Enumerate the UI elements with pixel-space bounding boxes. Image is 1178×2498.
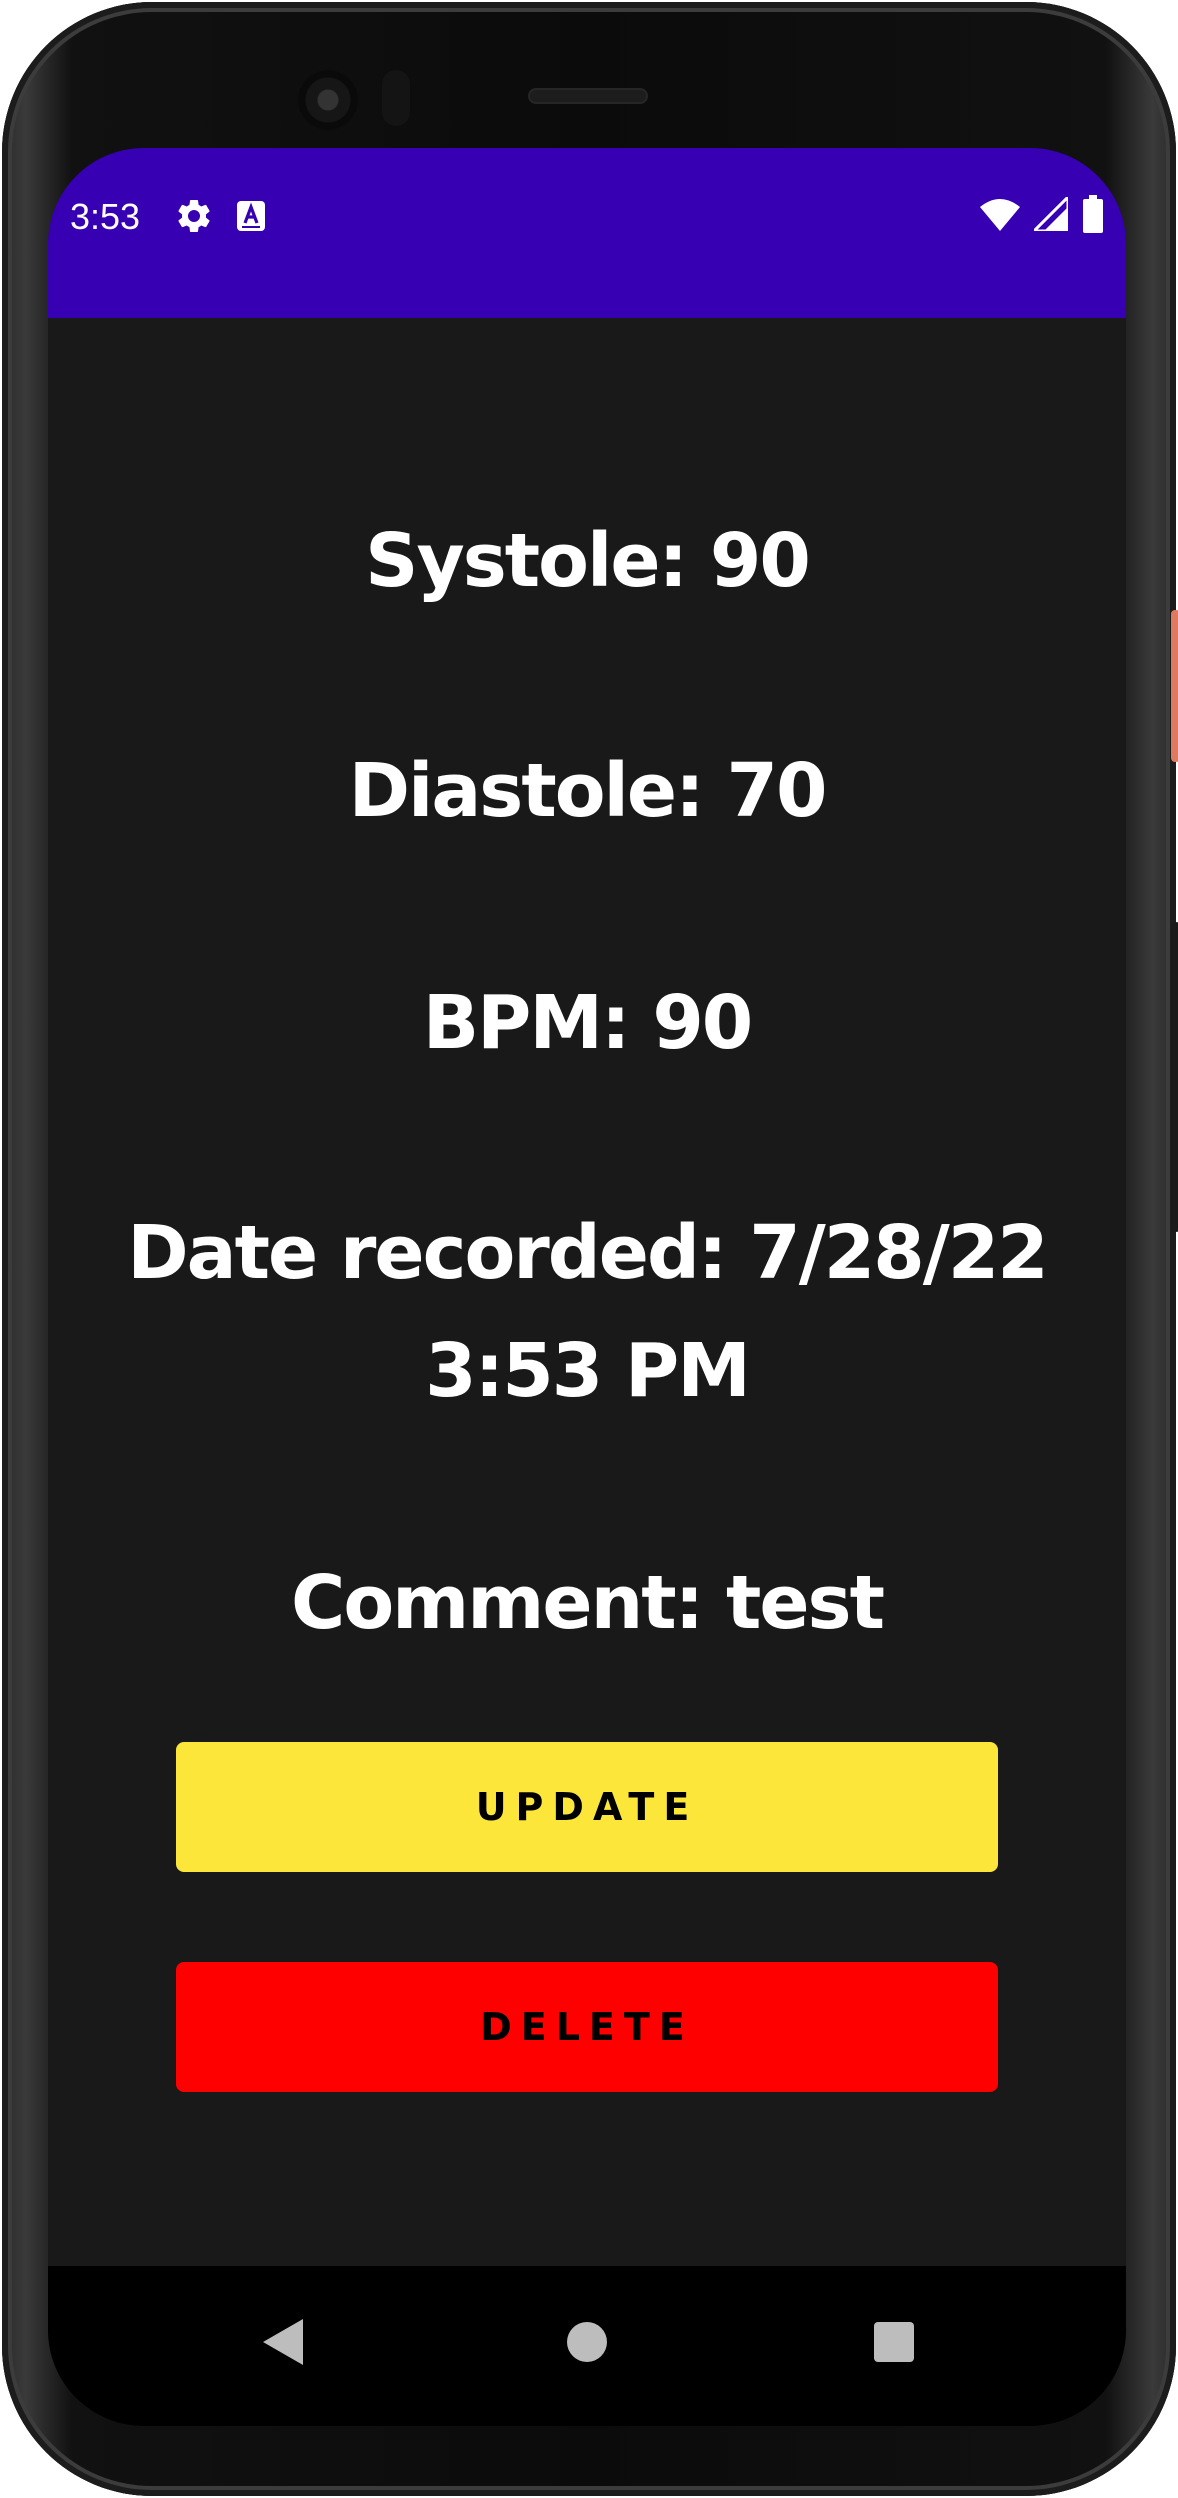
delete-button[interactable]: DELETE [176,1962,998,2092]
comment-text: Comment: test [291,1560,885,1646]
keyboard-a-icon [236,200,266,232]
settings-gear-icon [174,196,214,236]
phone-frame: 3:53 Systole: 90 Diastole: 70 BPM: 90 Da… [2,2,1178,2496]
back-triangle-icon[interactable] [244,2302,324,2382]
battery-icon [1082,195,1104,237]
update-button[interactable]: UPDATE [176,1742,998,1872]
date-recorded-line-1: Date recorded: 7/28/22 [127,1210,1049,1296]
status-time: 3:53 [70,196,141,237]
status-icons-right [980,193,1104,237]
bpm-text: BPM: 90 [422,980,754,1066]
home-circle-icon[interactable] [547,2302,627,2382]
reading-detail: Systole: 90 Diastole: 70 BPM: 90 Date re… [48,318,1126,2266]
proximity-sensor [382,70,410,126]
volume-rocker [1171,922,1178,1232]
earpiece-speaker [528,88,648,104]
recents-square-icon[interactable] [854,2302,934,2382]
systole-text: Systole: 90 [365,518,811,604]
cellular-signal-icon [1030,193,1070,235]
wifi-icon [980,197,1020,235]
front-camera [298,70,358,130]
navigation-bar [48,2266,1126,2426]
diastole-text: Diastole: 70 [348,748,828,834]
power-button [1171,610,1178,762]
screen: 3:53 Systole: 90 Diastole: 70 BPM: 90 Da… [48,148,1126,2426]
status-bar: 3:53 [48,148,1126,318]
date-recorded-line-2: 3:53 PM [425,1328,751,1414]
